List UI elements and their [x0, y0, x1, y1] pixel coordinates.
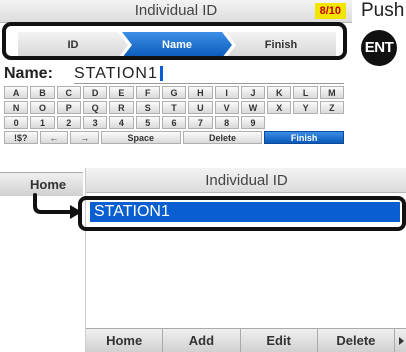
pointer-arrow-icon: [33, 193, 82, 219]
